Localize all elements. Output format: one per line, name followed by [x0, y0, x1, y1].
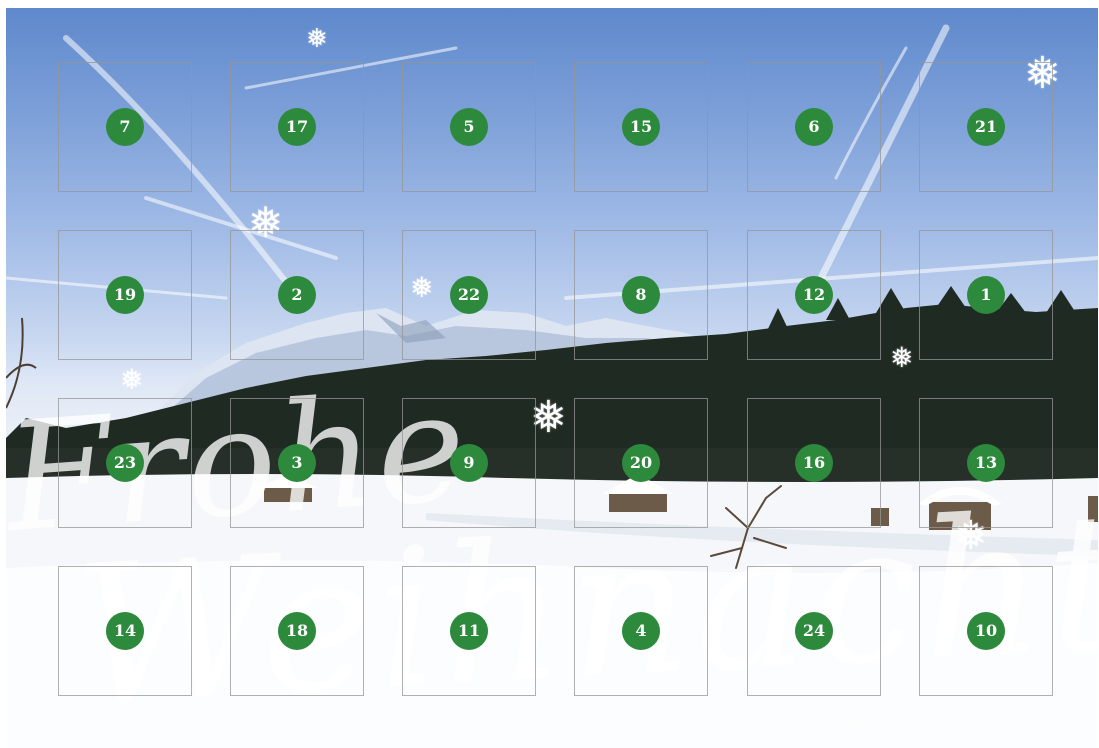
- calendar-door-20[interactable]: 20: [574, 398, 708, 528]
- calendar-door-15[interactable]: 15: [574, 62, 708, 192]
- calendar-door-12[interactable]: 12: [747, 230, 881, 360]
- calendar-door-3[interactable]: 3: [230, 398, 364, 528]
- calendar-door-19[interactable]: 19: [58, 230, 192, 360]
- door-number: 24: [795, 612, 833, 650]
- door-number: 13: [967, 444, 1005, 482]
- door-number: 8: [622, 276, 660, 314]
- calendar-door-17[interactable]: 17: [230, 62, 364, 192]
- calendar-door-24[interactable]: 24: [747, 566, 881, 696]
- calendar-door-18[interactable]: 18: [230, 566, 364, 696]
- advent-calendar: Frohe Weihnachten ❅ ❅ ❅ ❅ ❅ ❅ ❅ ❅ ❅ ❅ 7 …: [6, 8, 1098, 748]
- calendar-door-2[interactable]: 2: [230, 230, 364, 360]
- calendar-door-16[interactable]: 16: [747, 398, 881, 528]
- door-number: 6: [795, 108, 833, 146]
- door-number: 2: [278, 276, 316, 314]
- door-number: 4: [622, 612, 660, 650]
- door-number: 21: [967, 108, 1005, 146]
- calendar-door-6[interactable]: 6: [747, 62, 881, 192]
- door-number: 12: [795, 276, 833, 314]
- calendar-door-7[interactable]: 7: [58, 62, 192, 192]
- calendar-door-11[interactable]: 11: [402, 566, 536, 696]
- door-number: 7: [106, 108, 144, 146]
- door-number: 19: [106, 276, 144, 314]
- calendar-door-10[interactable]: 10: [919, 566, 1053, 696]
- door-number: 14: [106, 612, 144, 650]
- door-number: 15: [622, 108, 660, 146]
- calendar-door-22[interactable]: 22: [402, 230, 536, 360]
- snowflake-icon: ❅: [890, 341, 914, 374]
- door-number: 17: [278, 108, 316, 146]
- door-number: 10: [967, 612, 1005, 650]
- door-number: 20: [622, 444, 660, 482]
- snowflake-icon: ❅: [120, 363, 144, 396]
- snowflake-icon: ❅: [306, 24, 328, 54]
- calendar-door-5[interactable]: 5: [402, 62, 536, 192]
- door-number: 5: [450, 108, 488, 146]
- door-number: 18: [278, 612, 316, 650]
- calendar-door-13[interactable]: 13: [919, 398, 1053, 528]
- calendar-door-8[interactable]: 8: [574, 230, 708, 360]
- calendar-door-14[interactable]: 14: [58, 566, 192, 696]
- calendar-door-4[interactable]: 4: [574, 566, 708, 696]
- calendar-door-9[interactable]: 9: [402, 398, 536, 528]
- door-number: 23: [106, 444, 144, 482]
- door-number: 11: [450, 612, 488, 650]
- door-number: 1: [967, 276, 1005, 314]
- door-number: 9: [450, 444, 488, 482]
- door-number: 22: [450, 276, 488, 314]
- door-number: 16: [795, 444, 833, 482]
- snowflake-icon: ❅: [840, 707, 866, 742]
- calendar-door-21[interactable]: 21: [919, 62, 1053, 192]
- door-number: 3: [278, 444, 316, 482]
- calendar-door-1[interactable]: 1: [919, 230, 1053, 360]
- calendar-door-23[interactable]: 23: [58, 398, 192, 528]
